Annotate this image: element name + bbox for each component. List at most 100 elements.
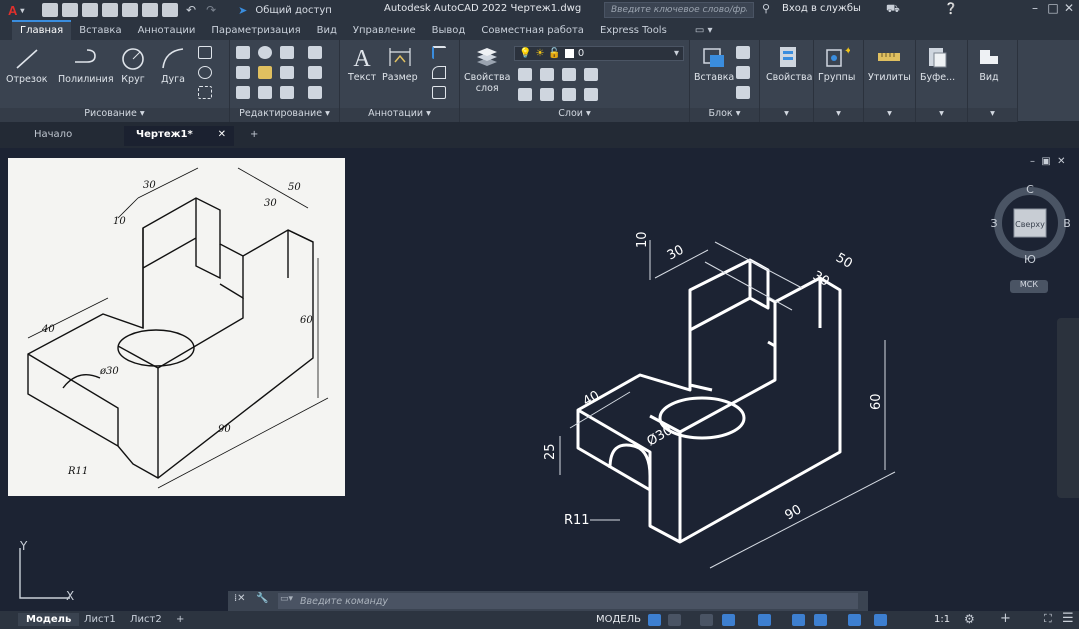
text-tool[interactable]: A Текст [348, 44, 376, 83]
trim-icon[interactable] [280, 46, 294, 59]
ortho-button[interactable] [700, 614, 713, 626]
redo-icon[interactable]: ↷ [206, 3, 216, 17]
ucs-dropdown[interactable]: МСК [1010, 280, 1048, 293]
viewcube-west[interactable]: З [990, 217, 997, 230]
panel-utilities-title[interactable]: ▾ [864, 108, 915, 122]
table-icon[interactable] [432, 86, 446, 99]
viewcube[interactable]: С Ю З В Сверху [990, 183, 1071, 266]
circle-tool[interactable]: Круг [120, 46, 146, 85]
search-icon[interactable]: ⚲ [762, 2, 770, 15]
view-tool[interactable]: Вид [976, 44, 1002, 83]
layer-tool-icon-6[interactable] [540, 88, 554, 101]
move-icon[interactable] [236, 46, 250, 59]
viewcube-north[interactable]: С [1026, 183, 1034, 196]
viewport-controls[interactable]: – ▣ ✕ [1030, 156, 1066, 167]
close-tab-icon[interactable]: ✕ [218, 129, 226, 140]
layer-properties-tool[interactable]: Свойства слоя [464, 44, 510, 94]
leader-icon[interactable] [432, 46, 446, 59]
dimension-tool[interactable]: Размер [382, 44, 418, 83]
viewcube-east[interactable]: В [1063, 217, 1071, 230]
polyline-tool[interactable]: Полилиния [58, 46, 114, 85]
new-file-icon[interactable] [42, 3, 58, 17]
panel-modify-title[interactable]: Редактирование ▾ [230, 108, 339, 122]
leader-style-icon[interactable] [432, 66, 446, 79]
clipboard-tool[interactable]: Буфе... [920, 44, 955, 83]
undo-icon[interactable]: ↶ [186, 3, 196, 17]
layer-tool-icon-2[interactable] [540, 68, 554, 81]
ellipse-icon[interactable] [198, 66, 212, 79]
open-file-icon[interactable] [62, 3, 78, 17]
app-menu-button[interactable]: A ▾ [0, 0, 30, 20]
tab-insert[interactable]: Вставка [71, 22, 129, 40]
panel-groups-title[interactable]: ▾ [814, 108, 863, 122]
lineweight-button[interactable] [848, 614, 861, 626]
tab-layout1[interactable]: Лист1 [76, 613, 124, 626]
copy-icon[interactable] [236, 66, 250, 79]
tab-output[interactable]: Вывод [424, 22, 474, 40]
polar-button[interactable] [722, 614, 735, 626]
plus-icon[interactable]: + [1000, 611, 1011, 626]
snap-button[interactable] [668, 614, 681, 626]
selection-cycling-button[interactable] [874, 614, 887, 626]
web-mobile-icon[interactable] [122, 3, 138, 17]
panel-view-title[interactable]: ▾ [968, 108, 1017, 122]
hatch-icon[interactable] [198, 86, 212, 99]
groups-tool[interactable]: ✦ Группы [818, 44, 855, 83]
viewcube-south[interactable]: Ю [1024, 253, 1036, 266]
osnap-button[interactable] [814, 614, 827, 626]
layer-dropdown[interactable]: 💡 ☀ 🔓 0 ▾ [514, 46, 684, 61]
isodraft-button[interactable] [758, 614, 771, 626]
tab-view[interactable]: Вид [309, 22, 345, 40]
grid-button[interactable] [648, 614, 661, 626]
plot-icon[interactable] [142, 3, 158, 17]
rotate-icon[interactable] [258, 46, 272, 59]
command-input[interactable] [278, 593, 858, 609]
block-create-icon[interactable] [736, 46, 750, 59]
share-button[interactable]: Общий доступ [255, 5, 331, 16]
signin-button[interactable]: Вход в службы [782, 3, 861, 14]
search-input[interactable] [604, 2, 754, 18]
cart-icon[interactable]: ⛟ [886, 2, 900, 17]
rectangle-icon[interactable] [198, 46, 212, 59]
save-icon[interactable] [82, 3, 98, 17]
utilities-tool[interactable]: Утилиты [868, 44, 911, 83]
annotation-scale[interactable]: 1:1 [934, 614, 950, 625]
layer-tool-icon-5[interactable] [518, 88, 532, 101]
layer-tool-icon-7[interactable] [562, 88, 576, 101]
menu-icon[interactable]: ☰ [1062, 611, 1074, 626]
gear-icon[interactable]: ⚙ [964, 612, 975, 626]
share-icon[interactable]: ➤ [238, 4, 247, 17]
panel-block-title[interactable]: Блок ▾ [690, 108, 759, 122]
viewcube-top-face[interactable]: Сверху [1015, 220, 1045, 229]
ribbon-toggle-button[interactable]: ▭ ▾ [687, 22, 721, 40]
insert-tool[interactable]: Вставка [694, 44, 734, 83]
close-button[interactable]: ✕ [1058, 1, 1079, 19]
explode-icon[interactable] [308, 66, 322, 79]
reference-image[interactable]: 30 10 50 30 60 40 ø30 90 R11 [8, 158, 345, 496]
osnap-tracking-button[interactable] [792, 614, 805, 626]
tab-model[interactable]: Модель [18, 613, 80, 626]
block-attribute-icon[interactable] [736, 86, 750, 99]
arc-tool[interactable]: Дуга [160, 46, 186, 85]
properties-tool[interactable]: Свойства [766, 44, 812, 83]
tab-layout2[interactable]: Лист2 [122, 613, 170, 626]
panel-properties-title[interactable]: ▾ [760, 108, 813, 122]
scale-icon[interactable] [258, 86, 272, 99]
tab-drawing1[interactable]: Чертеж1* ✕ [124, 126, 234, 146]
panel-layers-title[interactable]: Слои ▾ [460, 108, 689, 122]
model-space-button[interactable]: МОДЕЛЬ [596, 614, 641, 625]
add-layout-button[interactable]: + [168, 613, 192, 626]
mirror-icon[interactable] [258, 66, 272, 79]
command-close-icon[interactable]: ⁞✕ [234, 593, 246, 604]
fillet-icon[interactable] [280, 66, 294, 79]
array-icon[interactable] [280, 86, 294, 99]
panel-clipboard-title[interactable]: ▾ [916, 108, 967, 122]
navigation-bar[interactable] [1057, 318, 1079, 498]
line-tool[interactable]: Отрезок [6, 46, 48, 85]
panel-draw-title[interactable]: Рисование ▾ [0, 108, 229, 122]
new-tab-button[interactable]: + [238, 126, 270, 146]
tab-express-tools[interactable]: Express Tools [592, 22, 675, 40]
offset-icon[interactable] [308, 86, 322, 99]
save-as-icon[interactable] [102, 3, 118, 17]
erase-icon[interactable] [308, 46, 322, 59]
